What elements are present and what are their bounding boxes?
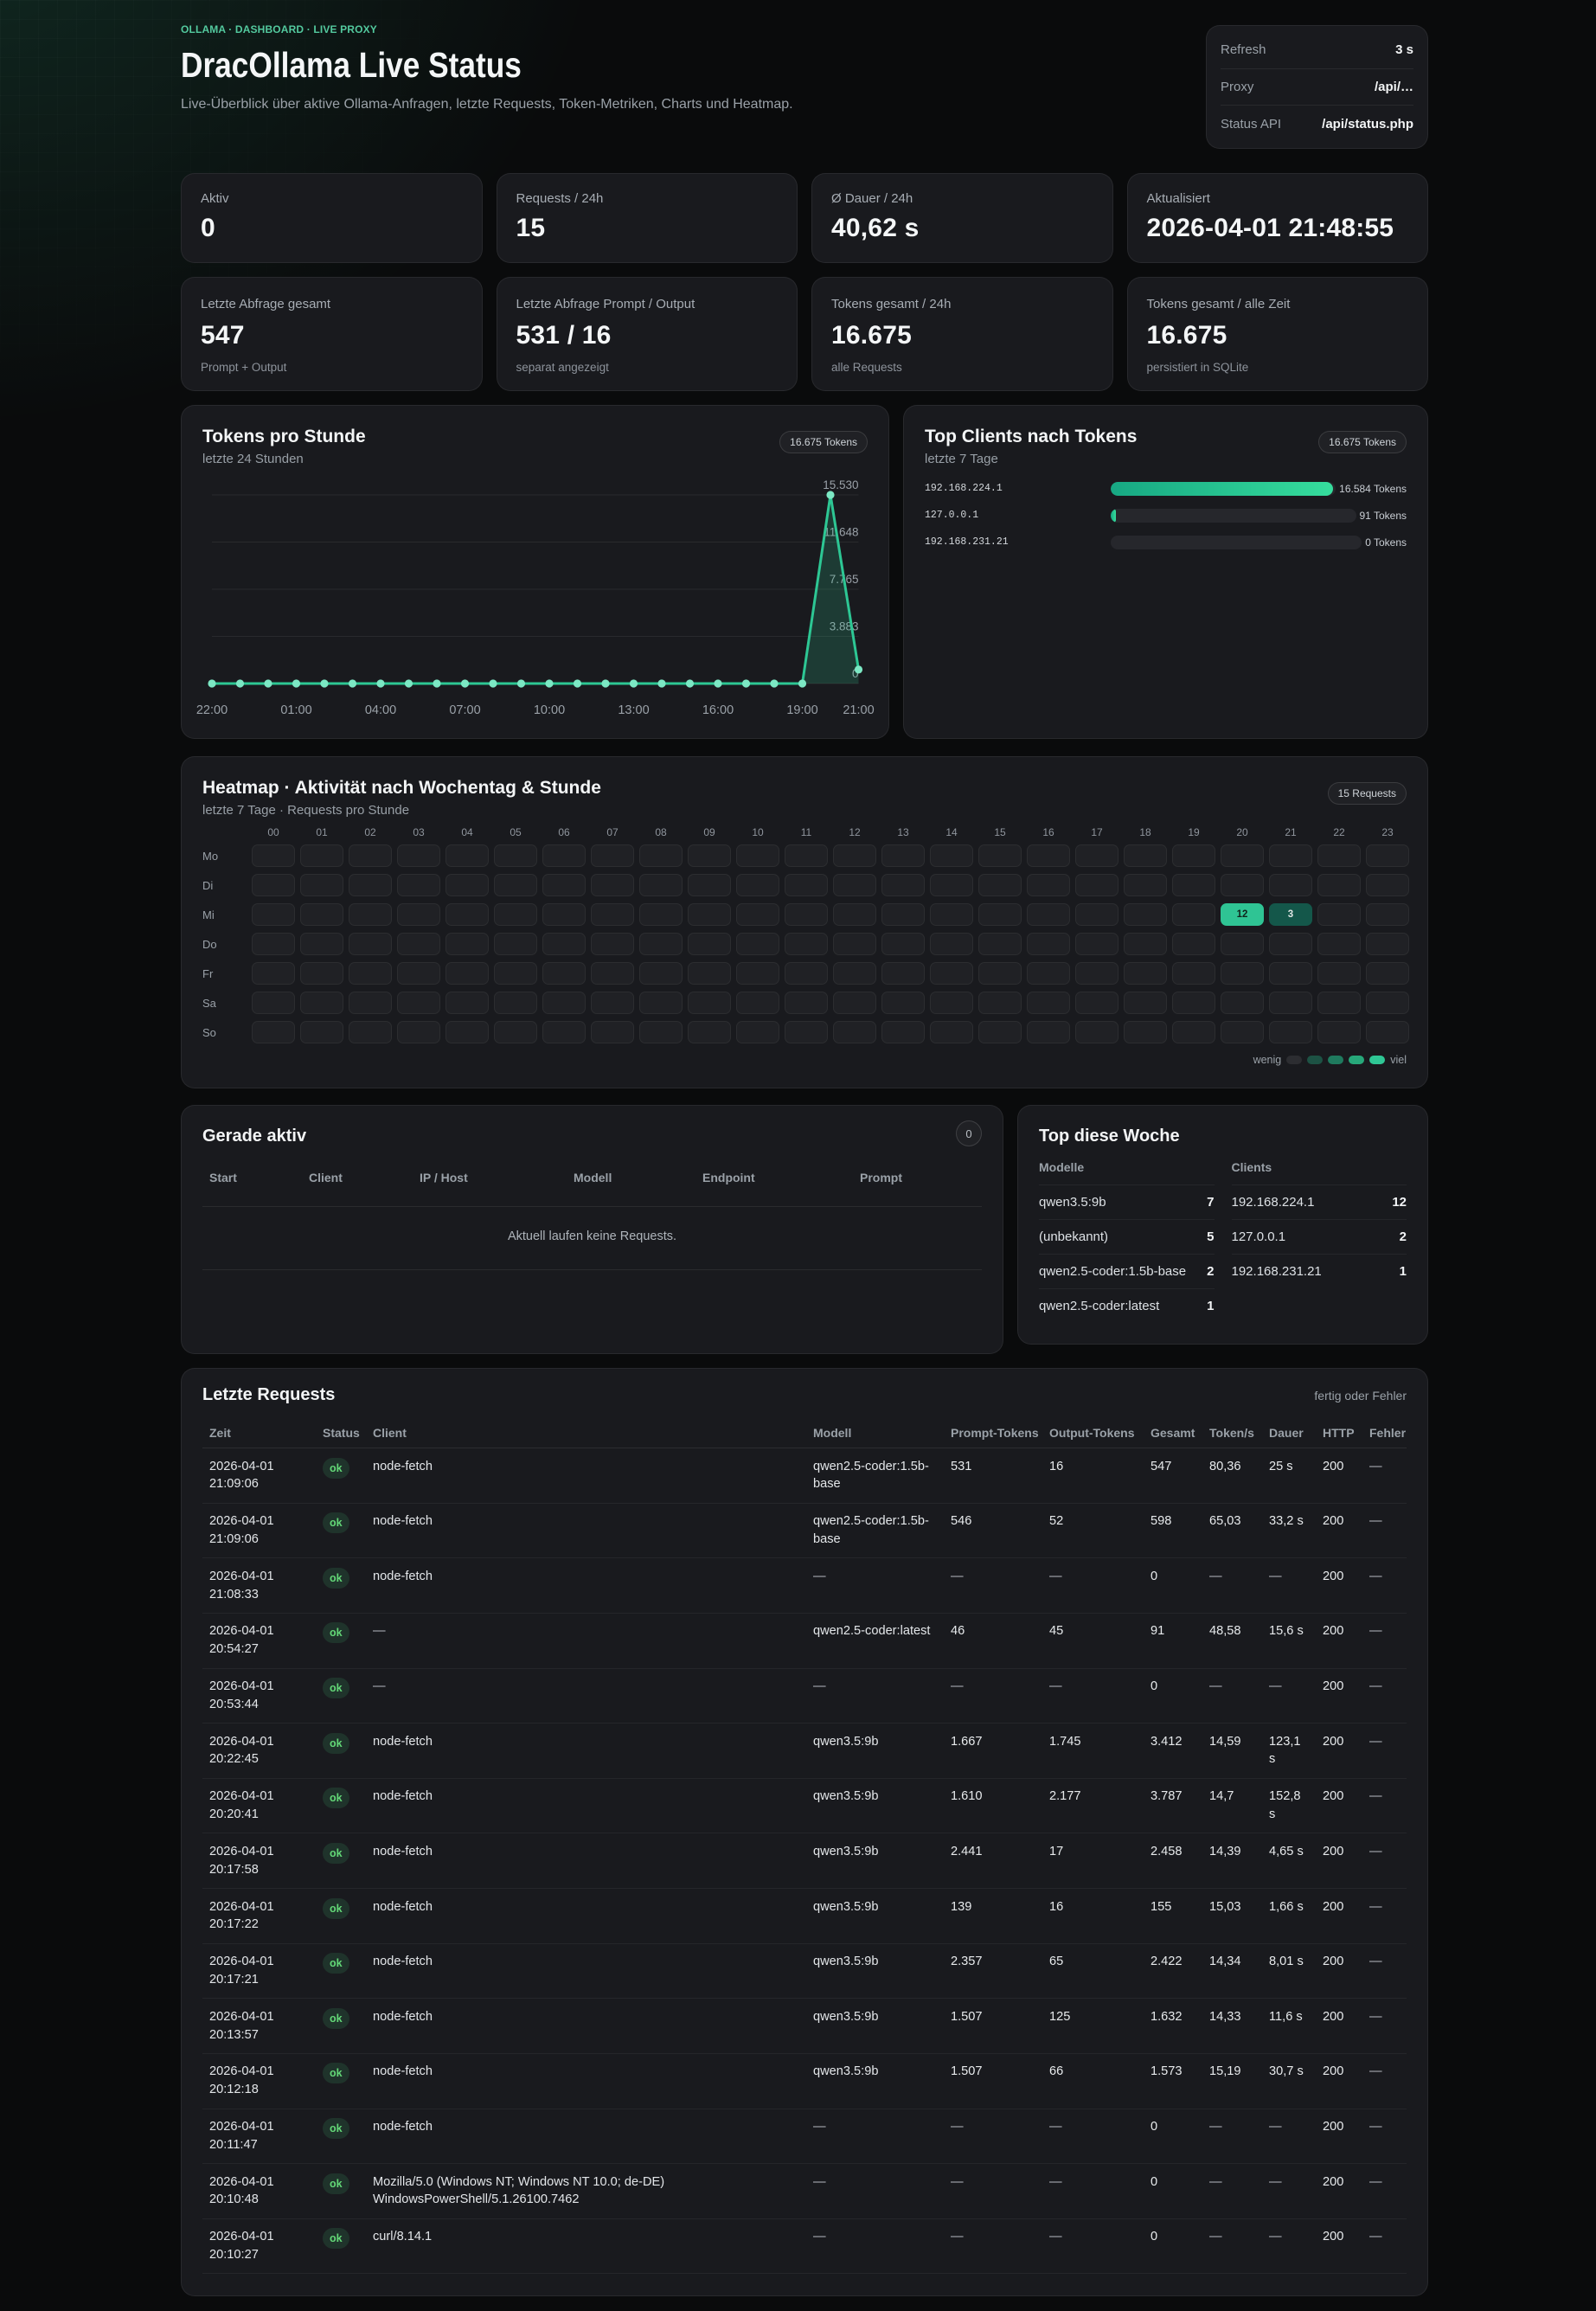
svg-text:19:00: 19:00	[786, 703, 817, 717]
svg-text:22:00: 22:00	[196, 703, 228, 717]
svg-text:01:00: 01:00	[280, 703, 311, 717]
svg-text:16:00: 16:00	[702, 703, 734, 717]
svg-text:15.530: 15.530	[823, 478, 858, 491]
svg-text:21:00: 21:00	[843, 703, 874, 717]
svg-text:04:00: 04:00	[365, 703, 396, 717]
svg-text:13:00: 13:00	[618, 703, 649, 717]
svg-text:07:00: 07:00	[449, 703, 480, 717]
svg-text:10:00: 10:00	[534, 703, 565, 717]
